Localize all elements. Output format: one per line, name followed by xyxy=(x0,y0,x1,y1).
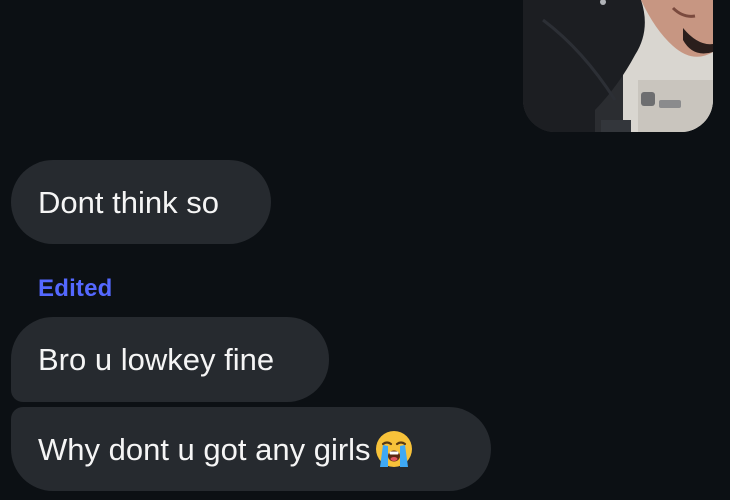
message-bubble[interactable]: Dont think so xyxy=(11,160,271,244)
sent-photo-message[interactable] xyxy=(523,0,713,132)
message-text: Dont think so xyxy=(38,184,219,220)
message-text: Bro u lowkey fine xyxy=(38,342,275,377)
edited-label[interactable]: Edited xyxy=(38,275,113,303)
photo-image xyxy=(523,0,713,132)
message-bubble[interactable]: Why dont u got any girls xyxy=(11,407,491,491)
message-bubble[interactable]: Bro u lowkey fine xyxy=(11,317,329,402)
message-text: Why dont u got any girls xyxy=(38,431,371,467)
loudly-crying-face-emoji xyxy=(374,429,414,469)
chat-thread: Dont think so Edited Bro u lowkey fine W… xyxy=(0,0,730,500)
